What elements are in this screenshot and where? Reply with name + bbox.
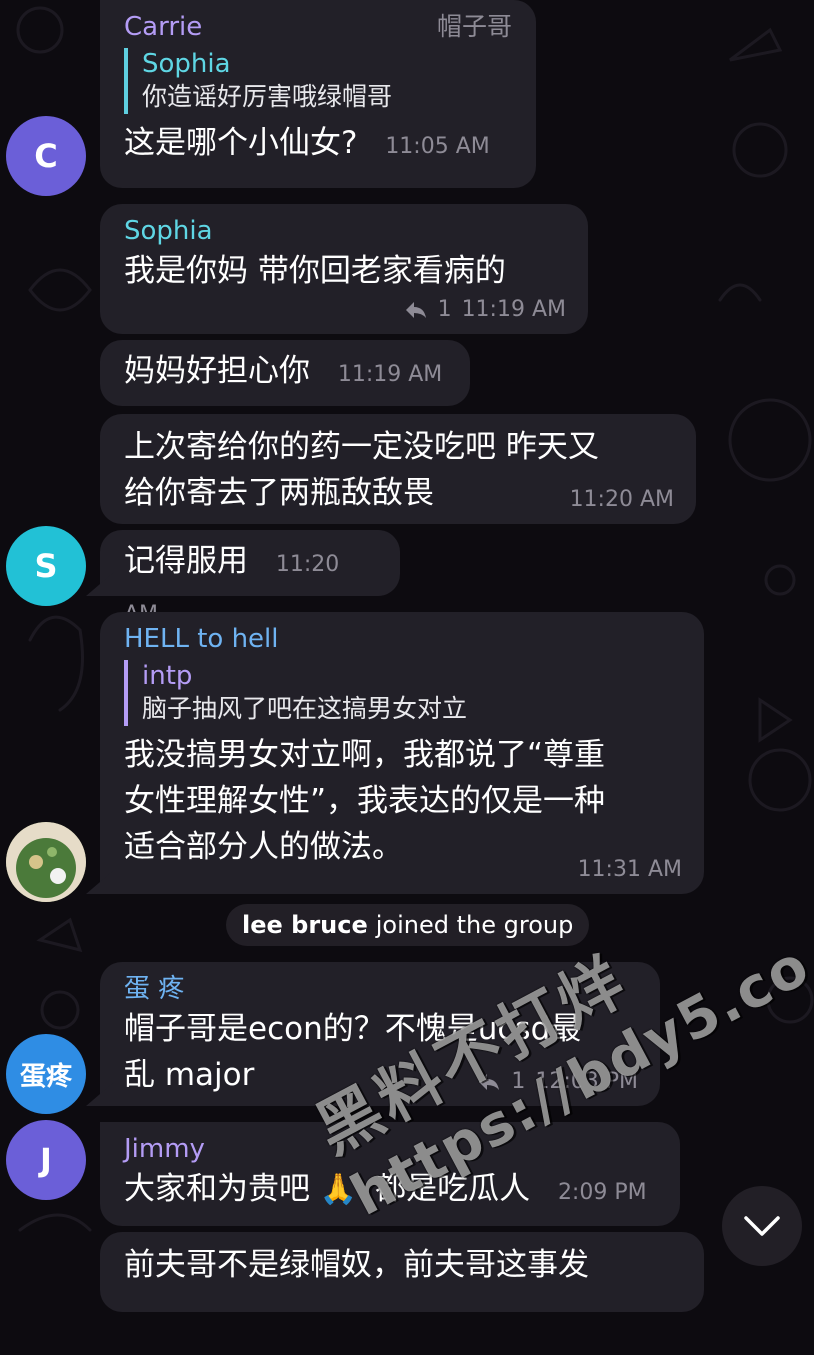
message-carrie[interactable]: Carrie 帽子哥 Sophia 你造谣好厉害哦绿帽哥 这是哪个小仙女? 11… (100, 0, 536, 188)
message-sophia-3[interactable]: 上次寄给你的药一定没吃吧 昨天又 给你寄去了两瓶敌敌畏 11:20 AM (100, 414, 696, 524)
reply-count[interactable]: 1 (438, 297, 452, 322)
message-line-2: 女性理解女性”，我表达的仅是一种 (124, 783, 606, 819)
message-sophia-1[interactable]: Sophia 我是你妈 带你回老家看病的 1 11:19 AM (100, 204, 588, 334)
message-time: 11:05 AM (385, 134, 490, 159)
service-message: lee bruce joined the group (226, 904, 590, 946)
scroll-down-button[interactable] (722, 1186, 802, 1266)
reply-count[interactable]: 1 (511, 1069, 525, 1094)
message-jimmy[interactable]: Jimmy 大家和为贵吧 🙏 都是吃瓜人 2:09 PM (100, 1122, 680, 1226)
message-body: 妈妈好担心你 11:19 AM (124, 348, 446, 398)
message-text: 大家和为贵吧 (124, 1171, 310, 1207)
sender-name[interactable]: 蛋 疼 (124, 972, 636, 1006)
message-dan[interactable]: 蛋 疼 帽子哥是econ的？不愧是ucsd最 乱 major 1 12:03 P… (100, 962, 660, 1106)
message-line-1: 我没搞男女对立啊，我都说了“尊重 (124, 737, 606, 773)
message-hell[interactable]: HELL to hell intp 脑子抽风了吧在这搞男女对立 我没搞男女对立啊… (100, 612, 704, 894)
message-text: 妈妈好担心你 (124, 353, 310, 389)
avatar-jimmy[interactable]: J (6, 1120, 86, 1200)
message-partial[interactable]: 前夫哥不是绿帽奴，前夫哥这事发 (100, 1232, 704, 1312)
avatar-letter: J (40, 1141, 52, 1179)
message-text: 我是你妈 带你回老家看病的 (124, 253, 506, 289)
sender-name[interactable]: Sophia (124, 214, 564, 248)
avatar-dan[interactable]: 蛋疼 (6, 1034, 86, 1114)
avatar-hell-photo[interactable] (6, 822, 86, 902)
message-time: 11:31 AM (577, 857, 682, 882)
message-text-2: 都是吃瓜人 (375, 1171, 531, 1207)
quote-text: 你造谣好厉害哦绿帽哥 (142, 82, 393, 111)
message-line-1: 上次寄给你的药一定没吃吧 昨天又 (124, 429, 599, 465)
sender-name[interactable]: Carrie (124, 10, 202, 44)
message-meta: 11:20 AM (570, 487, 674, 512)
message-text: 这是哪个小仙女? (124, 125, 358, 161)
message-line-1: 帽子哥是econ的？不愧是ucsd最 (124, 1011, 582, 1047)
sender-tag: 帽子哥 (436, 12, 512, 41)
message-time: 11:20 AM (569, 487, 674, 512)
pray-emoji-icon: 🙏 (319, 1172, 358, 1207)
quote-sender: intp (142, 661, 193, 691)
avatar-letter: C (34, 137, 58, 175)
avatar-photo-image (6, 822, 86, 902)
message-body: 这是哪个小仙女? 11:05 AM (124, 120, 512, 170)
message-sophia-4[interactable]: 记得服用 11:20 AM (100, 530, 400, 627)
message-meta: 11:31 AM (578, 857, 682, 882)
quote-text: 脑子抽风了吧在这搞男女对立 (142, 694, 468, 723)
reply-quote[interactable]: Sophia 你造谣好厉害哦绿帽哥 (124, 48, 512, 114)
message-time: 2:09 PM (557, 1180, 647, 1205)
service-action: joined the group (375, 911, 574, 939)
avatar-label: 蛋疼 (19, 1061, 72, 1092)
sender-name[interactable]: Jimmy (124, 1132, 656, 1166)
avatar-letter: S (34, 547, 58, 585)
message-meta: 1 11:19 AM (404, 297, 566, 322)
avatar-sophia[interactable]: S (6, 526, 86, 606)
message-text: 前夫哥不是绿帽奴，前夫哥这事发 (124, 1247, 589, 1283)
message-time: 11:19 AM (461, 297, 566, 322)
message-text: 记得服用 (124, 543, 248, 579)
reply-arrow-icon (479, 1073, 500, 1090)
message-time: 12:03 PM (535, 1069, 638, 1094)
message-sophia-2[interactable]: 妈妈好担心你 11:19 AM (100, 340, 470, 406)
reply-quote[interactable]: intp 脑子抽风了吧在这搞男女对立 (124, 660, 680, 726)
message-meta: 1 12:03 PM (477, 1069, 638, 1094)
sender-name[interactable]: HELL to hell (124, 622, 680, 656)
reply-arrow-icon (405, 301, 426, 318)
chevron-down-icon (744, 1216, 780, 1236)
quote-sender: Sophia (142, 49, 231, 79)
message-body: 大家和为贵吧 🙏 都是吃瓜人 2:09 PM (124, 1166, 656, 1216)
joined-user[interactable]: lee bruce (242, 911, 368, 939)
message-time: 11:19 AM (337, 362, 443, 387)
avatar-carrie[interactable]: C (6, 116, 86, 196)
